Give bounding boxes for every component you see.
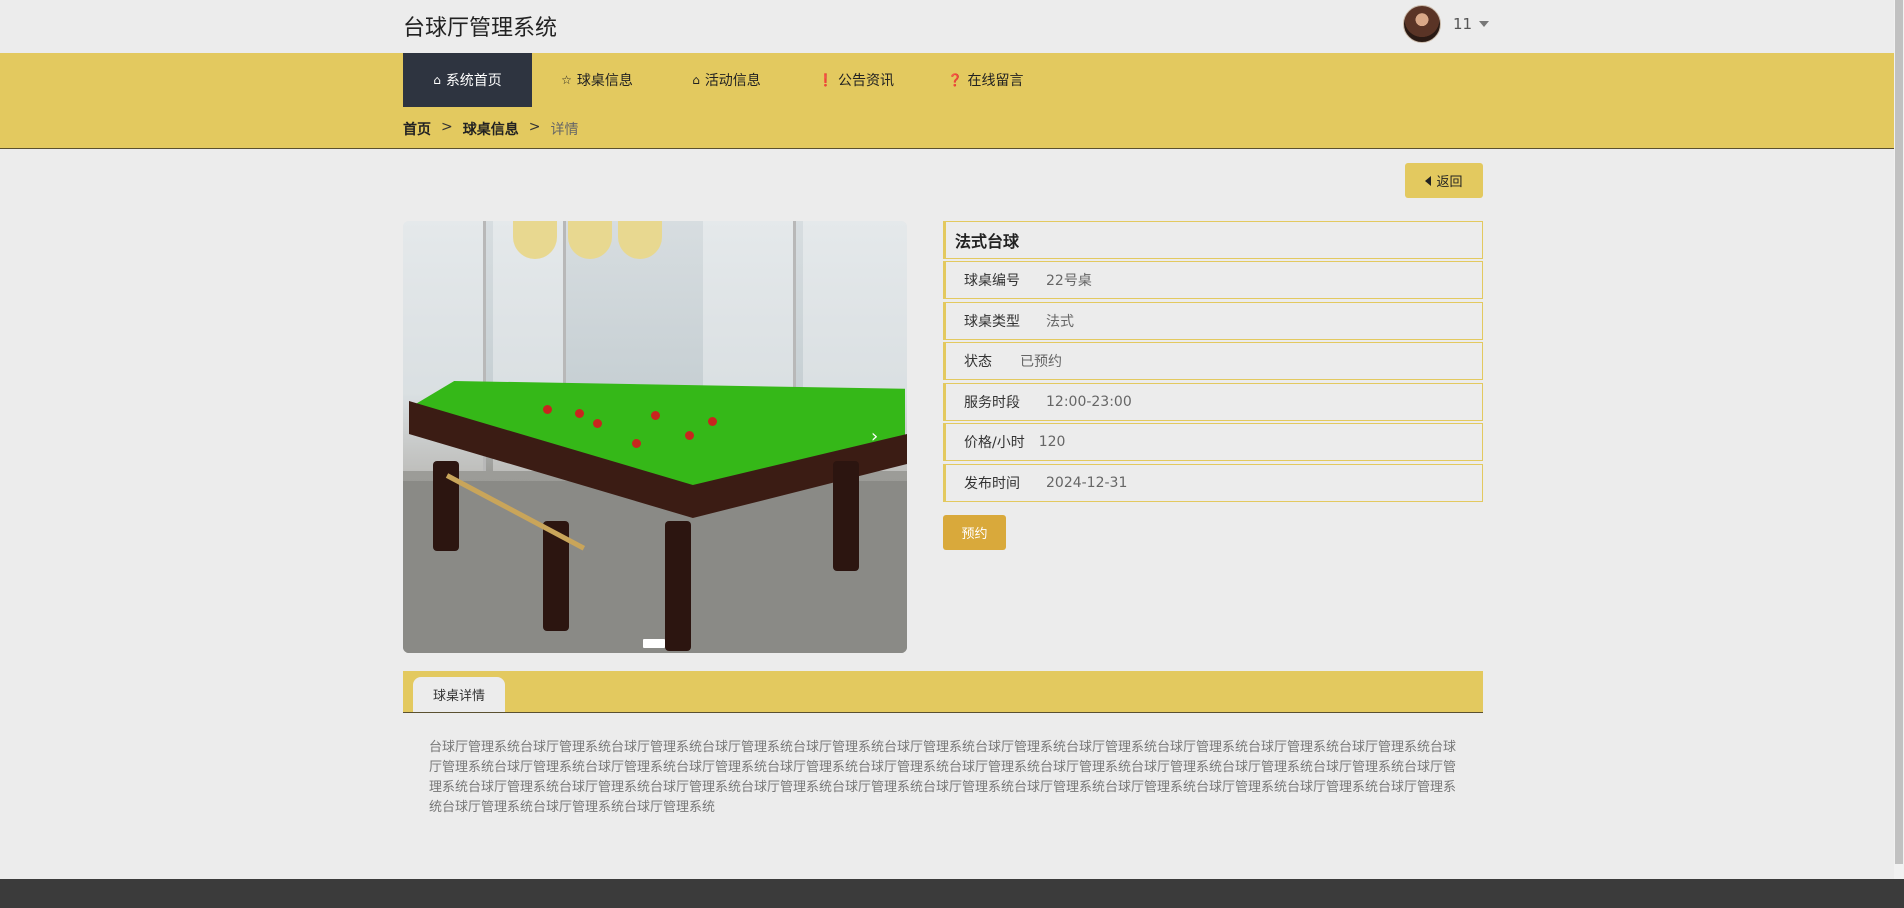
ball	[575, 409, 584, 418]
nav-item-label: 公告资讯	[837, 73, 894, 89]
bag-icon: ⌂	[692, 73, 700, 87]
nav-item-messages[interactable]: ❓ 在线留言	[921, 53, 1050, 107]
nav-item-label: 活动信息	[704, 73, 761, 89]
nav-item-tables[interactable]: ☆ 球桌信息	[532, 53, 662, 107]
nav-band: ⌂ 系统首页 ☆ 球桌信息 ⌂ 活动信息 ❗ 公告资讯 ❓ 在线留言 首页 > …	[0, 53, 1894, 149]
info-value: 22号桌	[1046, 273, 1092, 289]
nav-item-label: 球桌信息	[576, 73, 633, 89]
ball	[685, 431, 694, 440]
ball	[543, 405, 552, 414]
carousel-indicator[interactable]	[643, 639, 665, 648]
book-button[interactable]: 预约	[943, 515, 1006, 550]
table-info-panel: 法式台球 球桌编号 22号桌 球桌类型 法式 状态 已预约 服务时段 12:00…	[943, 221, 1483, 504]
tab-table-details[interactable]: 球桌详情	[413, 677, 505, 712]
info-value: 法式	[1046, 313, 1074, 330]
info-row-price: 价格/小时 120	[943, 423, 1483, 461]
user-name[interactable]: 11	[1453, 15, 1472, 33]
detail-tabs-bar: 球桌详情	[403, 671, 1483, 713]
exclamation-circle-icon: ❗	[818, 73, 833, 87]
nav-item-label: 在线留言	[967, 73, 1024, 89]
caret-left-icon	[1425, 175, 1432, 186]
breadcrumb-home[interactable]: 首页	[403, 119, 431, 139]
back-button[interactable]: 返回	[1405, 163, 1483, 198]
ceiling-lamp	[618, 221, 662, 259]
info-label: 价格/小时	[964, 435, 1025, 451]
info-label: 球桌编号	[964, 273, 1020, 289]
info-label: 发布时间	[964, 475, 1020, 492]
ball	[708, 417, 717, 426]
back-button-label: 返回	[1436, 175, 1463, 190]
chevron-right-icon[interactable]: ›	[871, 426, 878, 447]
info-label: 服务时段	[964, 394, 1020, 411]
info-value: 120	[1038, 434, 1066, 450]
info-row-publish-time: 发布时间 2024-12-31	[943, 463, 1483, 502]
info-value: 12:00-23:00	[1046, 393, 1132, 410]
info-row-table-type: 球桌类型 法式	[943, 301, 1483, 340]
table-name: 法式台球	[943, 221, 1483, 259]
ceiling-lamp	[568, 221, 612, 259]
info-row-table-number: 球桌编号 22号桌	[943, 261, 1483, 299]
ball	[593, 419, 602, 428]
image-carousel[interactable]: ›	[403, 221, 907, 653]
nav-item-announcements[interactable]: ❗ 公告资讯	[791, 53, 921, 107]
user-avatar[interactable]	[1403, 5, 1441, 43]
nav-item-home[interactable]: ⌂ 系统首页	[403, 53, 532, 107]
breadcrumb: 首页 > 球桌信息 > 详情	[403, 119, 578, 139]
home-icon: ⌂	[433, 73, 441, 87]
floor	[403, 481, 907, 653]
info-label: 球桌类型	[964, 313, 1020, 330]
question-circle-icon: ❓	[947, 73, 963, 87]
breadcrumb-separator: >	[441, 119, 453, 135]
info-label: 状态	[964, 354, 992, 370]
app-title: 台球厅管理系统	[403, 16, 558, 41]
ball	[632, 439, 641, 448]
breadcrumb-current: 详情	[550, 122, 579, 138]
info-value: 已预约	[1020, 354, 1062, 370]
table-description: 台球厅管理系统台球厅管理系统台球厅管理系统台球厅管理系统台球厅管理系统台球厅管理…	[429, 740, 1457, 815]
scrollbar-thumb[interactable]	[1895, 0, 1903, 864]
top-header: 台球厅管理系统 11	[0, 0, 1894, 53]
page-scrollbar[interactable]	[1894, 0, 1904, 879]
footer	[0, 879, 1904, 908]
table-leg	[433, 461, 459, 551]
caret-down-icon[interactable]	[1479, 21, 1490, 27]
nav-item-label: 系统首页	[445, 73, 502, 89]
ball	[651, 411, 660, 420]
breadcrumb-separator: >	[528, 119, 541, 135]
main-nav: ⌂ 系统首页 ☆ 球桌信息 ⌂ 活动信息 ❗ 公告资讯 ❓ 在线留言	[403, 53, 1050, 107]
star-icon: ☆	[561, 73, 572, 87]
info-row-service-hours: 服务时段 12:00-23:00	[943, 382, 1483, 421]
table-leg	[665, 521, 691, 651]
info-row-status: 状态 已预约	[943, 342, 1483, 380]
breadcrumb-tables[interactable]: 球桌信息	[463, 119, 519, 139]
nav-item-activities[interactable]: ⌂ 活动信息	[662, 53, 791, 107]
table-leg	[833, 461, 859, 571]
user-menu[interactable]: 11	[1403, 5, 1490, 43]
info-value: 2024-12-31	[1046, 474, 1128, 491]
